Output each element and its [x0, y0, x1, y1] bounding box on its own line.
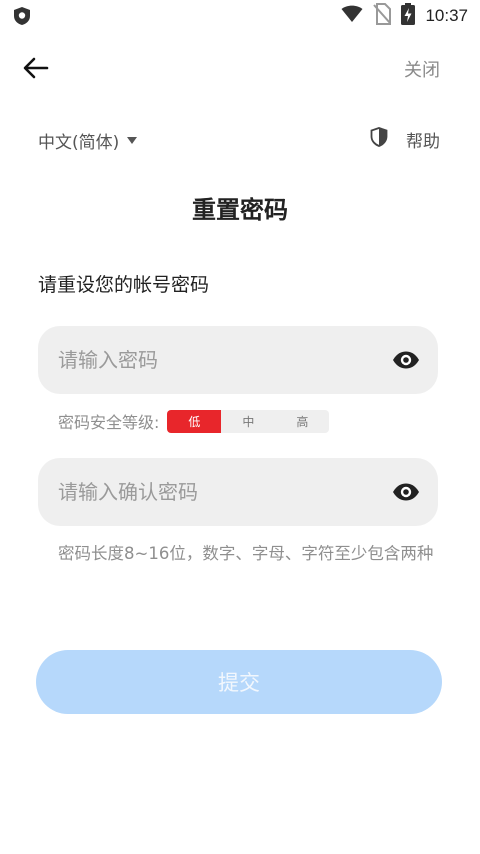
app-shield-icon: [12, 6, 32, 26]
strength-label: 密码安全等级:: [58, 413, 160, 432]
close-button[interactable]: 关闭: [404, 56, 440, 82]
eye-icon[interactable]: [390, 344, 422, 376]
page-title: 重置密码: [192, 196, 288, 224]
help-label: 帮助: [406, 132, 440, 152]
help-link[interactable]: 帮助: [370, 127, 440, 152]
back-button[interactable]: [20, 54, 52, 86]
page-subtitle: 请重设您的帐号密码: [38, 274, 210, 296]
password-input[interactable]: [38, 325, 390, 395]
arrow-left-icon: [23, 57, 49, 83]
wifi-icon: [341, 4, 363, 28]
eye-icon[interactable]: [390, 476, 422, 508]
password-field: [38, 325, 438, 395]
language-selector[interactable]: 中文(简体): [38, 128, 138, 153]
caret-down-icon: [127, 137, 138, 144]
battery-charging-icon: [401, 3, 416, 29]
password-rule-hint: 密码长度8~16位，数字、字母、字符至少包含两种: [58, 544, 434, 563]
strength-level-low: 低: [167, 409, 222, 433]
no-sim-icon: [373, 3, 392, 29]
strength-level-medium: 中: [221, 409, 276, 433]
strength-level-high: 高: [275, 409, 330, 433]
password-strength: 密码安全等级: 低 中 高: [58, 409, 330, 433]
confirm-password-field: [38, 457, 438, 527]
status-icons: 10:37: [341, 3, 468, 29]
language-label: 中文(简体): [38, 133, 120, 153]
strength-bar: 低 中 高: [167, 409, 330, 433]
shield-icon: [370, 127, 388, 152]
submit-button[interactable]: 提交: [36, 650, 442, 714]
reset-password-screen: 10:37 关闭 中文(简体) 帮助 重置密码 请重设您的帐号密码 密码安全等级…: [0, 0, 480, 854]
status-bar: 10:37: [0, 0, 480, 32]
confirm-password-input[interactable]: [38, 457, 390, 527]
status-time: 10:37: [425, 6, 468, 25]
